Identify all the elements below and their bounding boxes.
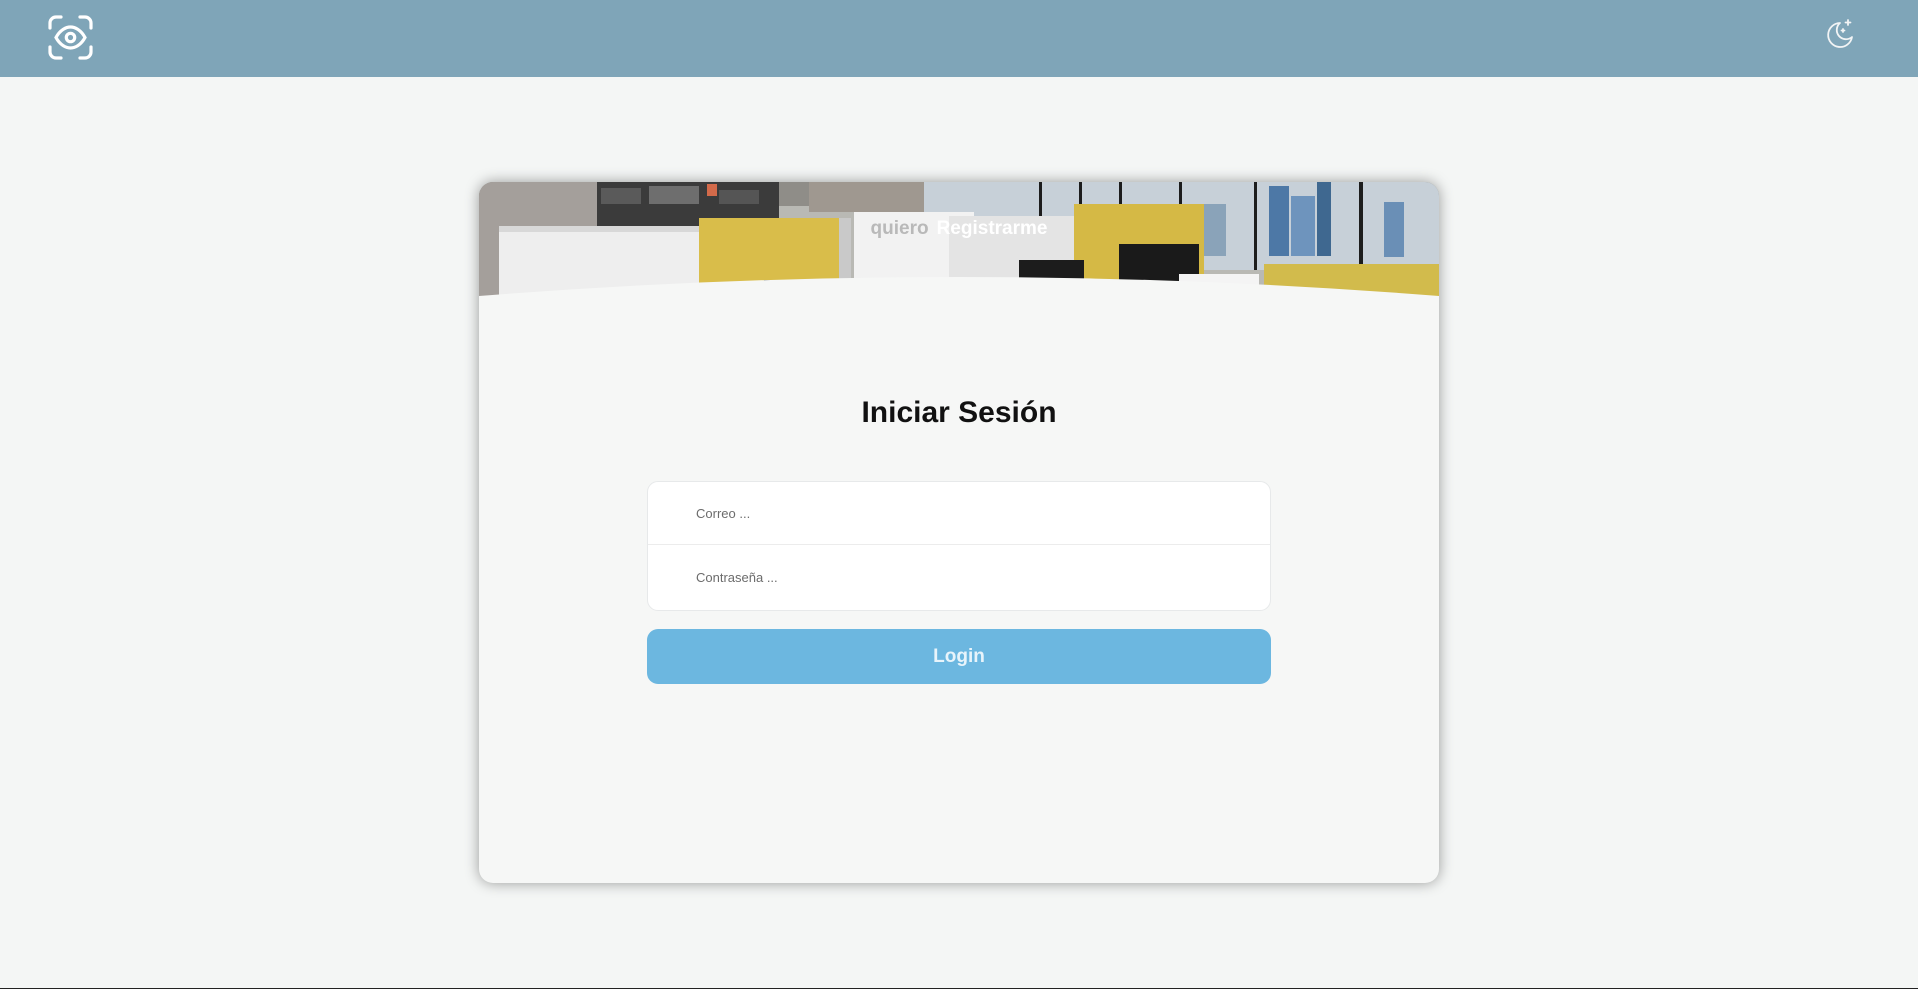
email-field[interactable]: [648, 482, 1270, 545]
auth-card: quiero Registrarme Iniciar Sesión Login: [479, 182, 1439, 883]
login-button[interactable]: Login: [647, 629, 1271, 684]
page-title: Iniciar Sesión: [861, 396, 1057, 429]
moon-stars-icon[interactable]: [1822, 17, 1856, 51]
register-switch: quiero Registrarme: [479, 218, 1439, 240]
register-link[interactable]: Registrarme: [937, 218, 1048, 239]
top-navbar: [0, 0, 1918, 77]
switch-prefix: quiero: [870, 218, 929, 239]
office-banner-image: [479, 182, 1439, 300]
login-form-fields: [647, 481, 1271, 611]
eye-scan-icon[interactable]: [47, 14, 94, 61]
password-field[interactable]: [648, 546, 1270, 609]
